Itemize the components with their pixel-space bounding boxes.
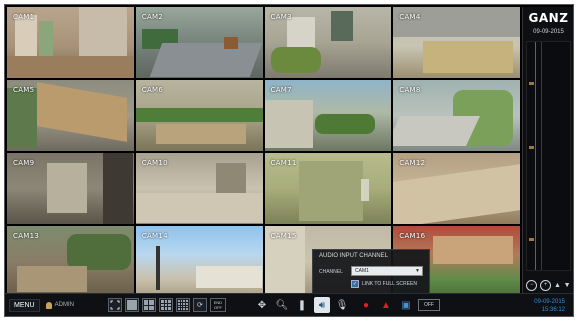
sequence-icon: ⟳ (197, 302, 203, 309)
camera-tile[interactable]: CAM11 (264, 153, 392, 224)
camera-label: CAM4 (399, 13, 421, 21)
camera-tile[interactable]: CAM2 (135, 7, 263, 78)
camera-tile[interactable]: CAM14 (135, 226, 263, 297)
camera-tile[interactable]: CAM5 (7, 80, 134, 151)
camera-label: CAM5 (13, 86, 35, 94)
mic-icon: 🎙︎ (335, 299, 349, 311)
timeline-bar[interactable] (526, 41, 571, 271)
camera-label: CAM12 (399, 159, 426, 167)
camera-tile[interactable]: CAM6 (135, 80, 263, 151)
brand-logo: GANZ (528, 11, 569, 25)
camera-tile[interactable]: CAM10 (135, 153, 263, 224)
camera-label: CAM9 (13, 159, 35, 167)
zoom-out-icon[interactable]: − (526, 279, 538, 291)
camera-label: CAM11 (270, 159, 297, 167)
channel-value: CAM1 (355, 268, 369, 274)
layout-4-icon (143, 300, 154, 310)
layout-16-icon (177, 300, 188, 310)
camera-label: CAM8 (399, 86, 421, 94)
timeline-marker (529, 238, 534, 241)
timeline-panel: GANZ 09-09-2015 − + ▲ ▼ (522, 7, 573, 297)
checkbox-checked-icon: ✓ (351, 280, 359, 288)
freeze-button[interactable]: ❚ (294, 297, 310, 313)
layout-9-button[interactable] (158, 298, 173, 312)
channel-label: CHANNEL (319, 269, 343, 275)
mic-button[interactable]: 🎙︎ (334, 297, 350, 313)
camera-tile[interactable]: CAM7 (264, 80, 392, 151)
timeline-marker (529, 146, 534, 149)
timeline-track (541, 42, 542, 270)
timeline-marker (529, 82, 534, 85)
end-off-button[interactable]: END OFF (209, 298, 226, 312)
layout-4-button[interactable] (141, 298, 156, 312)
link-fullscreen-label: LINK TO FULL SCREEN (362, 281, 417, 287)
camera-tile[interactable]: CAM3 (264, 7, 392, 78)
user-icon (45, 301, 52, 309)
menu-button[interactable]: MENU (9, 298, 40, 312)
network-icon: ▣ (401, 299, 411, 311)
popup-title: AUDIO INPUT CHANNEL (319, 253, 388, 259)
zoom-button[interactable]: 🔍︎ (274, 297, 290, 313)
layout-9-icon (160, 300, 171, 310)
fullscreen-icon (110, 300, 120, 310)
camera-tile[interactable]: CAM8 (393, 80, 520, 151)
layout-16-button[interactable] (175, 298, 190, 312)
freeze-icon: ❚ (297, 299, 307, 311)
layout-1-button[interactable] (124, 298, 139, 312)
zoom-in-icon[interactable]: + (540, 279, 552, 291)
alarm-button[interactable]: ▲ (378, 297, 394, 313)
scroll-down-icon[interactable]: ▼ (564, 282, 571, 289)
dvr-live-view: CAM1 CAM2 CAM3 CAM4 CAM5 CAM6 CAM7 CAM8 … (4, 4, 574, 317)
network-button[interactable]: ▣ (398, 297, 414, 313)
camera-tile[interactable]: CAM1 (7, 7, 134, 78)
camera-tile[interactable]: CAM12 (393, 153, 520, 224)
timeline-track (535, 42, 536, 270)
clock-date: 09-09-2015 (534, 299, 565, 305)
record-button[interactable]: ● (358, 297, 374, 313)
ptz-button[interactable]: ✥ (254, 297, 270, 313)
scroll-up-icon[interactable]: ▲ (554, 282, 561, 289)
ptz-icon: ✥ (257, 299, 267, 311)
clock-time: 15:36:12 (541, 307, 565, 313)
system-clock: 09-09-2015 15:36:12 (534, 298, 565, 314)
bottom-toolbar: MENU ADMIN ⟳ END OFF ✥ � (5, 293, 573, 316)
camera-label: CAM1 (13, 13, 35, 21)
user-name: ADMIN (54, 302, 74, 308)
record-icon: ● (362, 299, 369, 311)
camera-tile[interactable]: CAM9 (7, 153, 134, 224)
camera-label: CAM10 (141, 159, 168, 167)
camera-tile[interactable]: CAM13 (7, 226, 134, 297)
camera-label: CAM16 (399, 232, 426, 240)
user-indicator[interactable]: ADMIN (45, 301, 74, 309)
channel-select[interactable]: CAM1 ▼ (351, 266, 423, 276)
audio-button[interactable]: 🔊︎ (313, 297, 330, 313)
timeline-controls: − + ▲ ▼ (525, 277, 572, 293)
alarm-icon: ▲ (381, 299, 391, 311)
link-fullscreen-checkbox[interactable]: ✓ LINK TO FULL SCREEN (351, 280, 417, 288)
camera-label: CAM6 (141, 86, 164, 94)
fullscreen-button[interactable] (107, 298, 122, 312)
camera-grid: CAM1 CAM2 CAM3 CAM4 CAM5 CAM6 CAM7 CAM8 … (7, 7, 520, 297)
timeline-date: 09-09-2015 (533, 29, 564, 35)
camera-label: CAM14 (141, 232, 168, 240)
audio-icon: 🔊︎ (318, 299, 326, 311)
camera-label: CAM15 (270, 232, 297, 240)
zoom-icon: 🔍︎ (275, 299, 289, 311)
camera-label: CAM2 (141, 13, 164, 21)
camera-label: CAM7 (270, 86, 292, 94)
chevron-down-icon: ▼ (415, 268, 420, 274)
camera-tile[interactable]: CAM4 (393, 7, 520, 78)
sequence-button[interactable]: ⟳ (192, 298, 207, 312)
camera-label: CAM3 (270, 13, 292, 21)
layout-1-icon (126, 300, 137, 310)
camera-label: CAM13 (13, 232, 40, 240)
status-off-indicator: OFF (417, 299, 440, 311)
audio-input-popup: AUDIO INPUT CHANNEL CHANNEL CAM1 ▼ ✓ LIN… (312, 249, 430, 295)
